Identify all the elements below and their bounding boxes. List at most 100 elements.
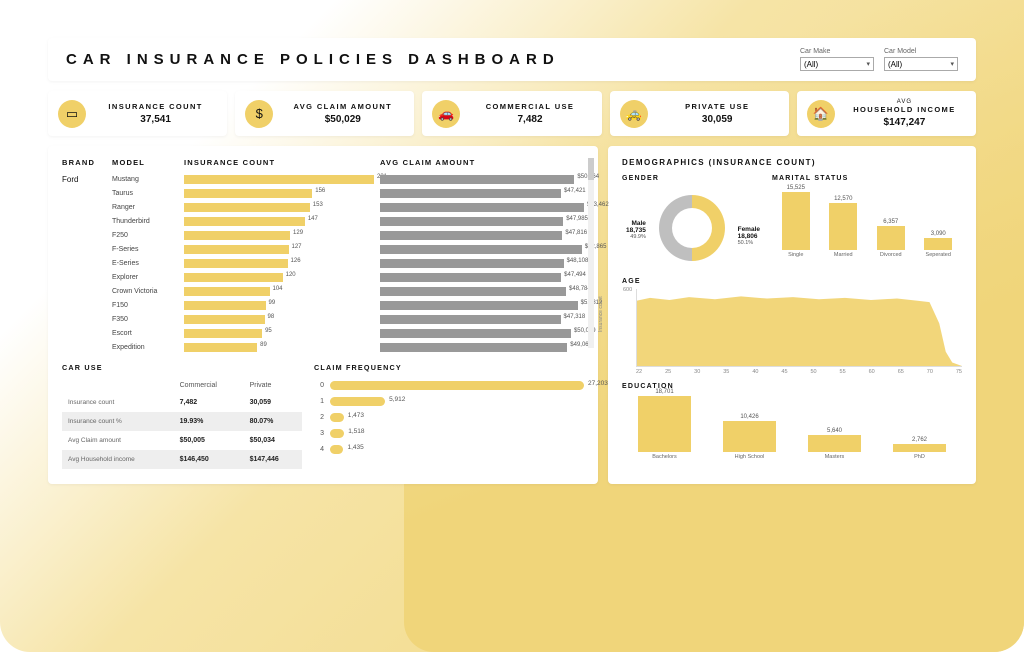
bar-value: 18,701 [655, 389, 673, 395]
model-cell: E-Series [112, 260, 178, 267]
freq-x: 3 [314, 430, 324, 437]
gender-male-label: Male 18,735 49.9% [626, 220, 646, 240]
insurance-count-bar: 147 [184, 217, 374, 226]
kpi-label: AVG CLAIM AMOUNT [293, 102, 392, 111]
filter-label: Car Model [884, 48, 958, 55]
bar [638, 396, 692, 452]
freq-row: 4 1,435 [314, 442, 584, 456]
age-ylabel: Insurance count [598, 296, 604, 332]
model-cell: Ranger [112, 204, 178, 211]
marital-chart: MARITAL STATUS 15,525 Single12,570 Marri… [772, 175, 962, 270]
model-cell: Mustang [112, 176, 178, 183]
insurance-count-bar: 153 [184, 203, 374, 212]
avg-claim-bar: $50,039 [380, 329, 584, 338]
bar-label: Seperated [926, 252, 951, 258]
chart-column: 6,357 Divorced [871, 219, 911, 258]
age-xtick: 30 [694, 369, 700, 375]
scrollbar[interactable] [588, 158, 594, 348]
chart-column: 15,525 Single [776, 185, 816, 258]
page-title: CAR INSURANCE POLICIES DASHBOARD [66, 51, 560, 68]
model-cell: Thunderbird [112, 218, 178, 225]
bar-label: Bachelors [652, 454, 676, 460]
freq-row: 0 27,203 [314, 378, 584, 392]
bar-value: 3,090 [931, 231, 946, 237]
freq-x: 0 [314, 382, 324, 389]
table-row: Insurance count7,48230,059 [62, 393, 302, 412]
kpi-label: PRIVATE USE [685, 102, 749, 111]
bar [782, 192, 810, 250]
age-xtick: 35 [723, 369, 729, 375]
kpi-label: COMMERCIAL USE [486, 102, 575, 111]
bar [723, 421, 777, 452]
filter-car-make: Car Make (All) [800, 48, 874, 71]
kpi-card: 🏠 AVG HOUSEHOLD INCOME $147,247 [797, 91, 976, 136]
age-heading: AGE [622, 278, 962, 285]
gender-chart: GENDER Male 18,735 49.9% Female 18,806 5… [622, 175, 762, 270]
kpi-card: 🚕 PRIVATE USE 30,059 [610, 91, 789, 136]
freq-x: 1 [314, 398, 324, 405]
avg-claim-bar: $49,064 [380, 343, 584, 352]
filter-label: Car Make [800, 48, 874, 55]
filter-select-car-model[interactable]: (All) [884, 57, 958, 71]
demographics-panel: DEMOGRAPHICS (INSURANCE COUNT) GENDER Ma… [608, 146, 976, 484]
table-row: Ford Mustang 231 $50,964 [62, 173, 584, 185]
avg-claim-bar: $47,985 [380, 217, 584, 226]
table-row: F350 98 $47,318 [62, 313, 584, 325]
col-avg-claim: AVG CLAIM AMOUNT [380, 158, 584, 167]
avg-claim-bar: $47,816 [380, 231, 584, 240]
avg-claim-bar: $47,318 [380, 315, 584, 324]
kpi-body: COMMERCIAL USE 7,482 [468, 102, 591, 125]
kpi-value: $147,247 [884, 117, 926, 128]
marital-heading: MARITAL STATUS [772, 175, 962, 182]
age-xtick: 22 [636, 369, 642, 375]
bar-value: 10,426 [740, 414, 758, 420]
bar [893, 444, 947, 452]
insurance-count-bar: 89 [184, 343, 374, 352]
car-use-value: $146,450 [174, 450, 244, 469]
kpi-value: 7,482 [517, 114, 542, 125]
insurance-count-bar: 99 [184, 301, 374, 310]
filter-select-car-make[interactable]: (All) [800, 57, 874, 71]
avg-claim-bar: $48,108 [380, 259, 584, 268]
age-xtick: 70 [927, 369, 933, 375]
table-row: Insurance count %19.93%80.07% [62, 412, 302, 431]
col-model: MODEL [112, 158, 178, 167]
avg-claim-bar: $47,421 [380, 189, 584, 198]
car-use-row-name: Insurance count [62, 393, 174, 412]
insurance-count-bar: 95 [184, 329, 374, 338]
model-cell: Taurus [112, 190, 178, 197]
bar [877, 226, 905, 250]
table-row: Expedition 89 $49,064 [62, 341, 584, 353]
car-use-heading: CAR USE [62, 363, 302, 372]
bar-value: 2,762 [912, 437, 927, 443]
insurance-count-bar: 126 [184, 259, 374, 268]
chart-column: 18,701 Bachelors [626, 389, 703, 460]
car-use-row-name: Avg Claim amount [62, 431, 174, 450]
car-use-table: CommercialPrivateInsurance count7,48230,… [62, 378, 302, 469]
model-cell: Explorer [112, 274, 178, 281]
kpi-body: AVG CLAIM AMOUNT $50,029 [281, 102, 404, 125]
car-use-value: 30,059 [244, 393, 302, 412]
left-panel: BRAND MODEL INSURANCE COUNT AVG CLAIM AM… [48, 146, 598, 484]
table-row: E-Series 126 $48,108 [62, 257, 584, 269]
car-use-row-name: Insurance count % [62, 412, 174, 431]
car-use-value: 7,482 [174, 393, 244, 412]
freq-bar: 1,435 [330, 445, 584, 454]
avg-claim-bar: $52,865 [380, 245, 584, 254]
kpi-value: 37,541 [140, 114, 171, 125]
bar-label: Single [788, 252, 803, 258]
age-xtick: 65 [898, 369, 904, 375]
freq-x: 4 [314, 446, 324, 453]
scrollbar-thumb[interactable] [588, 158, 594, 180]
model-cell: Escort [112, 330, 178, 337]
donut-icon [659, 195, 725, 261]
kpi-body: INSURANCE COUNT 37,541 [94, 102, 217, 125]
kpi-row: ▭ INSURANCE COUNT 37,541 $ AVG CLAIM AMO… [48, 91, 976, 136]
bar-label: PhD [914, 454, 925, 460]
brand-cell: Ford [62, 175, 106, 184]
insurance-count-bar: 98 [184, 315, 374, 324]
gender-female-label: Female 18,806 50.1% [738, 226, 760, 246]
car-use-row-name: Avg Household income [62, 450, 174, 469]
bar [808, 435, 862, 452]
age-xtick: 25 [665, 369, 671, 375]
